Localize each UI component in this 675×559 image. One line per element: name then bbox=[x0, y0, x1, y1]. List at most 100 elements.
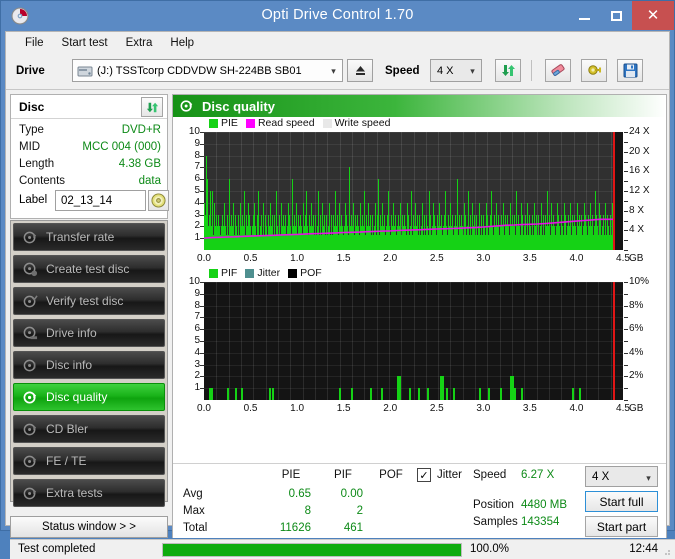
legend-swatch-read-speed bbox=[245, 118, 255, 128]
drive-select[interactable]: (J:) TSSTcorp CDDVDW SH-224BB SB01 ▾ bbox=[72, 59, 343, 82]
start-full-button[interactable]: Start full bbox=[585, 491, 658, 512]
sidebar-item-label: Verify test disc bbox=[46, 294, 124, 308]
pif-bar bbox=[208, 388, 211, 400]
menu-item-help[interactable]: Help bbox=[161, 35, 203, 51]
disc-row-contents-value: data bbox=[138, 175, 161, 187]
disc-row-contents-key: Contents bbox=[19, 175, 66, 187]
y-tick-label: 9 bbox=[194, 287, 200, 299]
y2-tick-mark bbox=[624, 161, 628, 163]
grid-line-horizontal bbox=[204, 317, 623, 318]
settings-button[interactable] bbox=[581, 59, 607, 82]
save-button[interactable] bbox=[617, 59, 643, 82]
chevron-down-icon: ▾ bbox=[646, 473, 651, 483]
sidebar-item-label: Transfer rate bbox=[46, 230, 115, 244]
maximize-icon bbox=[610, 10, 622, 21]
menu-item-start-test[interactable]: Start test bbox=[53, 35, 117, 51]
y2-tick-label: 12 X bbox=[629, 185, 650, 196]
x-tick-label: 3.5 bbox=[522, 403, 537, 414]
y2-tick-mark bbox=[624, 132, 628, 133]
sidebar-item-transfer-rate[interactable]: Transfer rate bbox=[13, 223, 165, 251]
jitter-checkbox[interactable]: ✓ bbox=[417, 468, 431, 482]
sidebar-item-fe-te[interactable]: FE / TE bbox=[13, 447, 165, 475]
y-tick-label: 10 bbox=[188, 276, 200, 287]
sidebar-item-label: Create test disc bbox=[46, 262, 130, 276]
disc-verify-icon bbox=[20, 294, 40, 309]
stats-panel: PIE PIF POF ✓ Jitter Avg 0.65 0.00 Max 8… bbox=[173, 463, 666, 538]
speed-select[interactable]: 4 X ▾ bbox=[430, 59, 482, 82]
y2-tick-mark bbox=[624, 220, 628, 222]
y2-tick-mark bbox=[624, 388, 628, 390]
position-stat-label: Position bbox=[473, 499, 514, 511]
sidebar-item-disc-info[interactable]: Disc info bbox=[13, 351, 165, 379]
x-tick-label: 1.5 bbox=[336, 403, 351, 414]
x-tick-label: 3.5 bbox=[522, 253, 537, 264]
y2-tick-mark bbox=[624, 240, 628, 242]
legend-entry-jitter: Jitter bbox=[245, 267, 280, 279]
test-speed-select[interactable]: 4 X ▾ bbox=[585, 466, 658, 487]
y-tick-label: 6 bbox=[194, 173, 200, 185]
pif-bar bbox=[211, 388, 214, 400]
x-tick-label: 1.0 bbox=[290, 403, 305, 414]
sidebar-item-extra-tests[interactable]: Extra tests bbox=[13, 479, 165, 507]
y2-tick-mark bbox=[624, 364, 628, 366]
y2-tick-mark bbox=[624, 341, 628, 342]
toolbar-separator bbox=[531, 60, 532, 81]
y-tick-label: 7 bbox=[194, 311, 200, 323]
sidebar-item-cd-bler[interactable]: CD Bler bbox=[13, 415, 165, 443]
close-button[interactable]: ✕ bbox=[632, 1, 674, 30]
pif-bar bbox=[500, 388, 503, 400]
status-window-button[interactable]: Status window > > bbox=[10, 516, 168, 538]
pif-bar bbox=[520, 388, 523, 400]
sidebar-item-drive-info[interactable]: Drive info bbox=[13, 319, 165, 347]
x-axis-unit-label: GB bbox=[629, 253, 644, 264]
pif-bar bbox=[439, 376, 444, 400]
resize-grip[interactable] bbox=[661, 546, 671, 556]
grid-line-horizontal bbox=[204, 329, 623, 330]
menu-bar: File Start test Extra Help bbox=[6, 32, 669, 54]
disc-label-browse-button[interactable] bbox=[148, 190, 169, 211]
pif-bar bbox=[452, 388, 455, 400]
sidebar-item-label: Extra tests bbox=[46, 486, 103, 500]
y-tick-label: 10 bbox=[188, 126, 200, 137]
gear-icon bbox=[588, 65, 601, 75]
minimize-button[interactable] bbox=[568, 1, 600, 30]
save-icon bbox=[623, 63, 637, 78]
x-tick-label: 1.5 bbox=[336, 253, 351, 264]
sidebar-item-verify-test-disc[interactable]: Verify test disc bbox=[13, 287, 165, 315]
check-icon: ✓ bbox=[419, 469, 429, 482]
maximize-button[interactable] bbox=[600, 1, 632, 30]
status-text: Test completed bbox=[18, 543, 96, 555]
panel-title: Disc quality bbox=[202, 98, 275, 114]
disc-label-key: Label bbox=[19, 194, 48, 206]
grid-line-horizontal bbox=[204, 306, 623, 307]
y2-tick-mark bbox=[624, 376, 628, 378]
disc-label-input[interactable]: 02_13_14 bbox=[55, 190, 146, 211]
sidebar-item-create-test-disc[interactable]: Create test disc bbox=[13, 255, 165, 283]
menu-item-file[interactable]: File bbox=[16, 35, 53, 51]
eject-button[interactable] bbox=[347, 59, 373, 82]
pif-bar bbox=[418, 388, 421, 400]
sidebar-item-disc-quality[interactable]: Disc quality bbox=[13, 383, 165, 411]
y-tick-label: 4 bbox=[194, 346, 200, 358]
legend-swatch-write-speed bbox=[322, 118, 332, 128]
erase-button[interactable] bbox=[545, 59, 571, 82]
start-part-button[interactable]: Start part bbox=[585, 516, 658, 537]
disc-quality-panel: Disc quality PIE Read speed Write speed bbox=[172, 94, 667, 538]
sidebar-item-label: CD Bler bbox=[46, 422, 89, 436]
y-tick-label: 8 bbox=[194, 149, 200, 161]
y-tick-label: 8 bbox=[194, 299, 200, 311]
y2-tick-mark bbox=[624, 352, 628, 354]
disc-label-row: Label 02_13_14 bbox=[11, 189, 169, 215]
minimize-icon bbox=[578, 17, 590, 20]
legend-swatch-pof bbox=[288, 268, 298, 278]
disc-refresh-button[interactable] bbox=[141, 97, 163, 117]
chevron-down-icon: ▾ bbox=[331, 66, 336, 76]
refresh-button[interactable] bbox=[495, 59, 521, 82]
close-icon: ✕ bbox=[646, 6, 660, 24]
menu-item-extra[interactable]: Extra bbox=[117, 35, 162, 51]
pif-chart-plot bbox=[204, 282, 623, 400]
pif-bar bbox=[380, 388, 383, 400]
stats-header-pif: PIF bbox=[334, 469, 352, 481]
client-area: File Start test Extra Help Drive (J:) TS… bbox=[5, 31, 675, 559]
speed-stat-value: 6.27 X bbox=[521, 469, 555, 481]
